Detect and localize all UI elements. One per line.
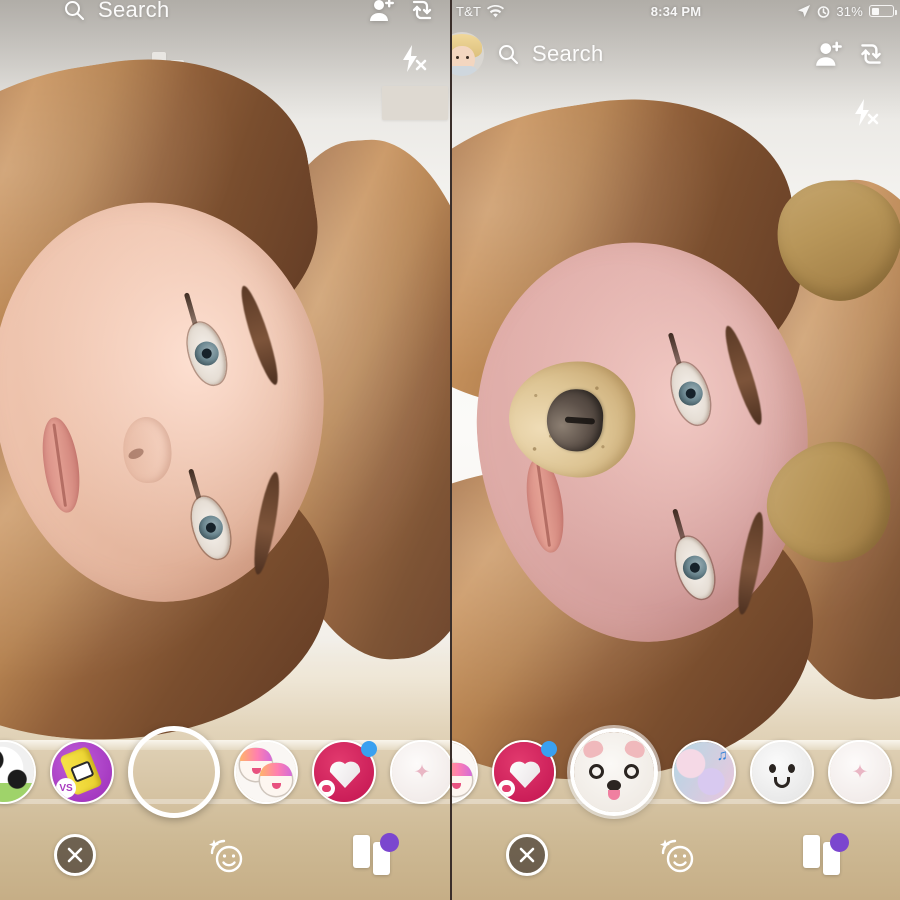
- lens-toggle-slot: [601, 833, 750, 877]
- wifi-icon: [487, 4, 505, 17]
- lens-item-dog-selected[interactable]: [570, 728, 658, 816]
- eye: [669, 532, 721, 604]
- selfie-subject-with-lens: [452, 74, 900, 804]
- add-friend-icon[interactable]: [814, 39, 844, 69]
- lens-new-badge: [541, 741, 557, 757]
- flash-off-button-left[interactable]: [396, 42, 430, 81]
- search-icon: [65, 1, 84, 20]
- top-bar-right: Search: [452, 30, 900, 78]
- search-icon: [499, 45, 518, 64]
- close-slot: [0, 834, 150, 876]
- lips: [37, 415, 85, 515]
- bitmoji-avatar[interactable]: [452, 32, 484, 76]
- lens-item-smiley[interactable]: [750, 740, 814, 804]
- battery-icon: [869, 5, 897, 17]
- status-left: T&T: [452, 4, 602, 19]
- ios-status-bar: T&T 8:34 PM 31%: [452, 0, 900, 22]
- lens-item-heart[interactable]: [492, 740, 557, 804]
- carrier-label: T&T: [456, 3, 482, 19]
- search-placeholder-text: Search: [98, 0, 170, 22]
- memories-slot: [751, 833, 900, 875]
- capture-ring-button[interactable]: [128, 726, 220, 818]
- close-slot: [452, 834, 601, 876]
- location-arrow-icon: [798, 5, 811, 17]
- add-friend-icon[interactable]: [368, 0, 396, 24]
- lens-toggle-slot: [150, 833, 300, 877]
- flip-camera-icon[interactable]: [856, 39, 886, 69]
- lens-carousel-right[interactable]: ♫: [452, 726, 900, 818]
- eye: [185, 492, 237, 564]
- battery-percent-label: 31%: [836, 3, 863, 19]
- lens-smiley-icon[interactable]: [653, 833, 699, 877]
- memories-cards-icon[interactable]: [803, 833, 850, 875]
- flip-camera-icon[interactable]: [408, 0, 436, 24]
- lens-item-two-faces[interactable]: [452, 740, 478, 804]
- eye: [665, 358, 716, 429]
- flash-off-icon: [403, 45, 427, 72]
- search-bar[interactable]: Search: [62, 0, 356, 23]
- eyebrow: [235, 283, 284, 388]
- panel-divider: [450, 0, 452, 900]
- search-bar[interactable]: Search: [496, 41, 802, 67]
- memories-cards-icon[interactable]: [353, 833, 399, 875]
- alarm-clock-icon: [818, 5, 830, 18]
- lens-item-sparkle[interactable]: [390, 740, 450, 804]
- eyebrow: [719, 323, 768, 428]
- selfie-subject: [0, 34, 450, 764]
- memories-purple-badge: [830, 833, 850, 852]
- status-right: 31%: [750, 4, 900, 19]
- lens-carousel-left[interactable]: VS: [0, 726, 450, 818]
- lens-item-soccer[interactable]: [0, 740, 36, 804]
- lens-item-sparkle[interactable]: [828, 740, 892, 804]
- lens-item-two-faces[interactable]: [234, 740, 298, 804]
- dog-nose-icon: [505, 356, 639, 482]
- eye: [181, 318, 232, 389]
- lens-new-badge: [361, 741, 377, 757]
- lens-smiley-icon[interactable]: [202, 833, 248, 877]
- lens-item-heart[interactable]: [312, 740, 377, 804]
- lens-vs-label: VS: [56, 778, 76, 798]
- close-button[interactable]: [54, 834, 96, 876]
- top-bar-left: Search: [0, 0, 450, 34]
- close-button[interactable]: [505, 834, 548, 876]
- background-object: [382, 86, 448, 120]
- music-note-icon: ♫: [716, 747, 728, 764]
- nose: [121, 415, 174, 485]
- close-icon: [67, 847, 83, 863]
- left-camera-panel: Search VS: [0, 0, 450, 900]
- close-icon: [519, 847, 534, 863]
- status-time: 8:34 PM: [650, 3, 702, 19]
- lens-item-music-faces[interactable]: ♫: [672, 740, 736, 804]
- flash-off-icon: [855, 99, 879, 126]
- comparison-stage: Search VS ✦ T&T 8:34 PM 31% Search ♫ ✦: [0, 0, 900, 900]
- bottom-toolbar-right: [452, 824, 900, 886]
- lens-item-vs-can[interactable]: VS: [50, 740, 114, 804]
- memories-purple-badge: [380, 833, 399, 852]
- flash-off-button-right[interactable]: [848, 96, 882, 135]
- bottom-toolbar-left: [0, 824, 450, 886]
- right-camera-panel: T&T 8:34 PM 31% Search ♫ ✦: [452, 0, 900, 900]
- search-placeholder-text: Search: [532, 41, 604, 66]
- memories-slot: [300, 833, 450, 875]
